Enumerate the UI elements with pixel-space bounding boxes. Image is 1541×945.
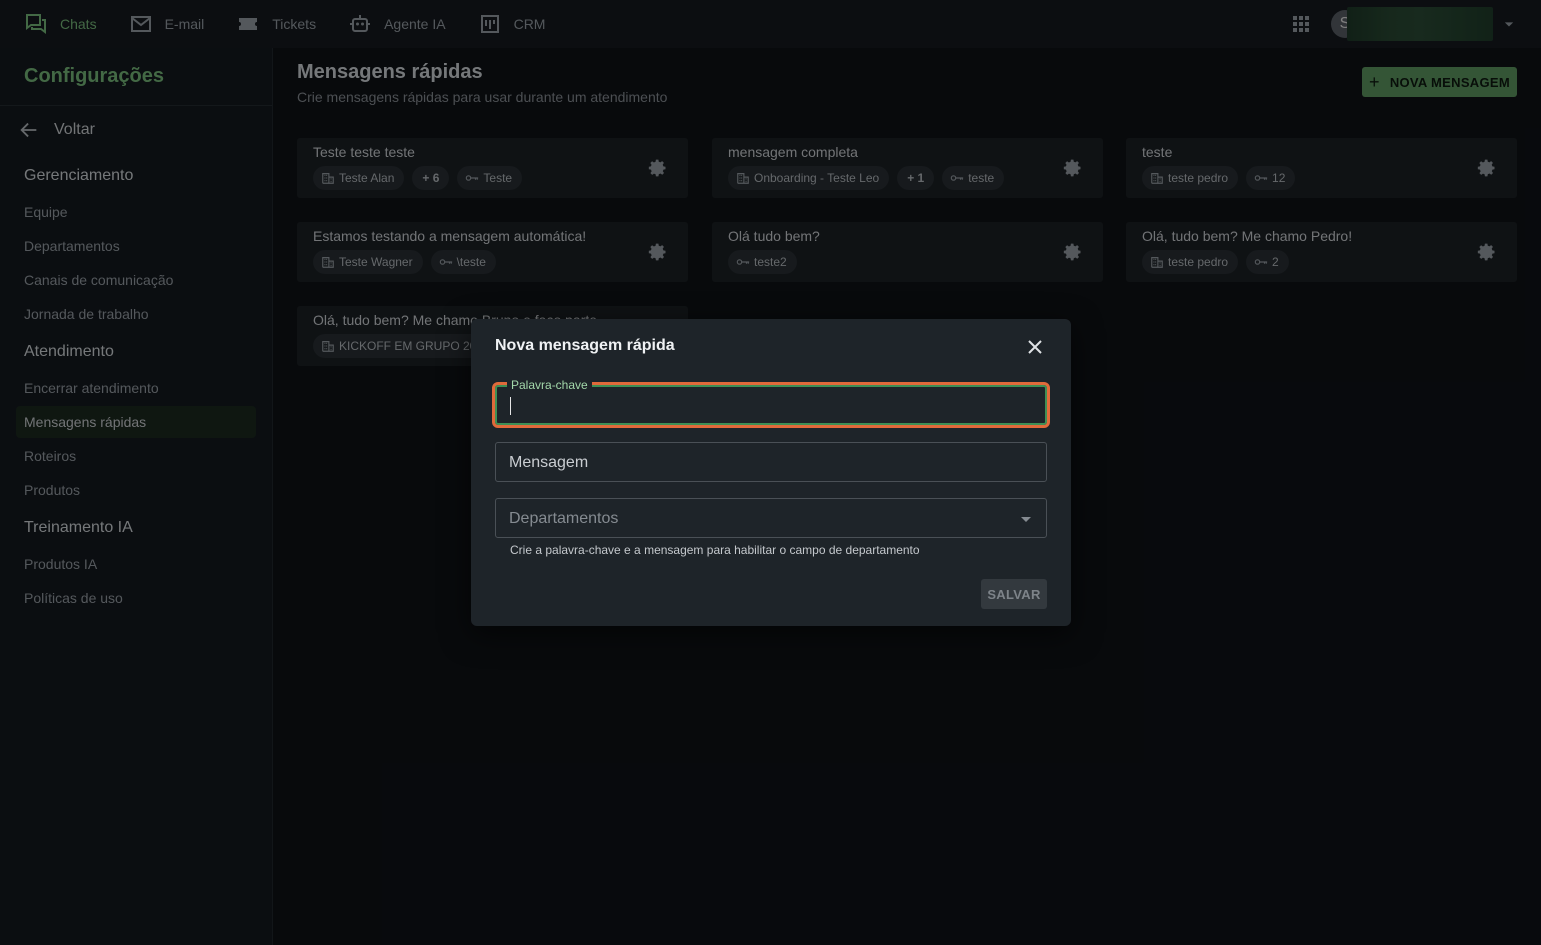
- text-cursor: [510, 397, 511, 415]
- departments-placeholder: Departamentos: [509, 510, 619, 527]
- save-button[interactable]: SALVAR: [981, 579, 1047, 609]
- keyword-field-label: Palavra-chave: [507, 378, 592, 392]
- close-icon[interactable]: [1023, 335, 1047, 359]
- message-placeholder: Mensagem: [509, 454, 589, 471]
- departments-helper-text: Crie a palavra-chave e a mensagem para h…: [510, 543, 920, 557]
- keyword-field[interactable]: Palavra-chave: [492, 378, 1050, 428]
- dialog-title: Nova mensagem rápida: [495, 337, 675, 354]
- new-quick-message-dialog: Nova mensagem rápida Palavra-chave Mensa…: [471, 319, 1071, 626]
- message-field[interactable]: Mensagem: [495, 442, 1047, 482]
- departments-select[interactable]: Departamentos: [495, 498, 1047, 538]
- dropdown-arrow-icon: [1021, 517, 1031, 522]
